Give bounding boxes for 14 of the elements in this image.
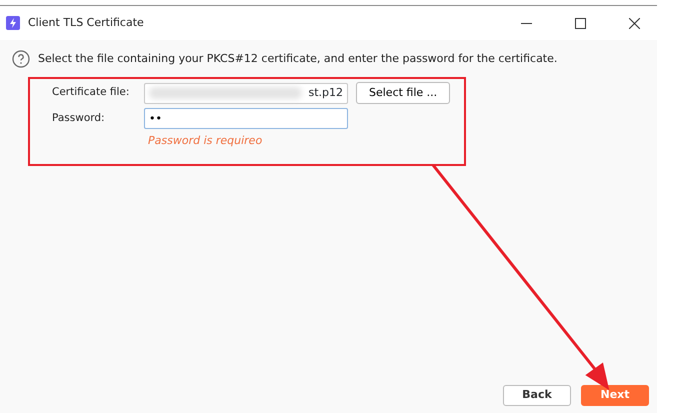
back-button[interactable]: Back [503,385,571,406]
app-icon [6,16,20,30]
window-title: Client TLS Certificate [28,14,144,31]
minimize-icon[interactable] [520,22,532,24]
error-message: Password is requireo [148,133,264,149]
field-label: Certificate file: [52,85,130,100]
help-icon[interactable] [12,50,30,68]
close-icon[interactable] [628,18,640,28]
password-field[interactable]: •• [144,108,348,129]
maximize-icon[interactable] [574,18,586,28]
instruction-text: Select the file containing your PKCS#12 certificate, and enter the password for the certificate. [38,50,558,67]
file-path-field[interactable]: st.p12 [144,82,348,104]
field-label: Password: [52,110,106,126]
select-file-button[interactable]: Select file ... [356,82,450,104]
